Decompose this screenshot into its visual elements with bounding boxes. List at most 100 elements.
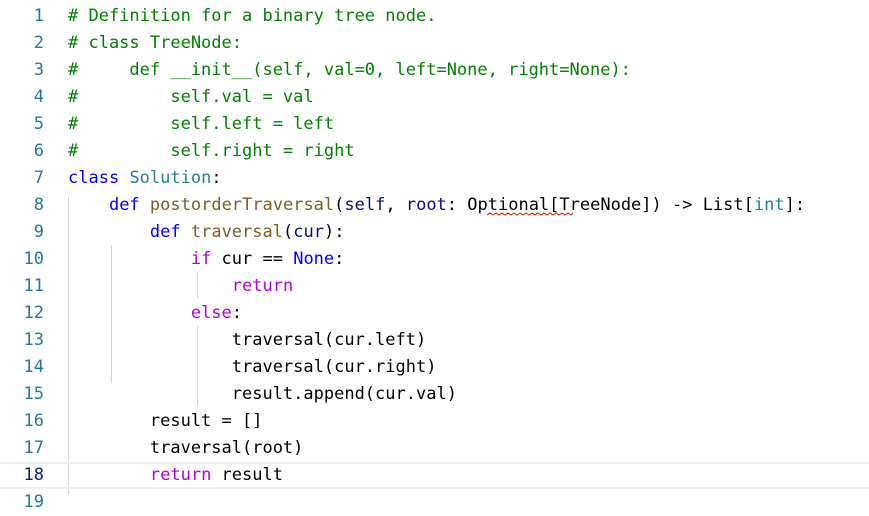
- code-text: def traversal(cur):: [68, 219, 345, 246]
- code-line[interactable]: 5 # self.left = left: [0, 111, 869, 138]
- code-text: # class TreeNode:: [68, 30, 242, 57]
- code-line[interactable]: 16 result = []: [0, 408, 869, 435]
- code-token: return: [149, 465, 212, 485]
- code-token: # class TreeNode:: [68, 33, 242, 53]
- code-token: else: [190, 303, 232, 323]
- code-token: :: [211, 168, 222, 188]
- code-token: return: [231, 276, 294, 296]
- code-token: (: [282, 222, 294, 242]
- code-token: root: [405, 195, 447, 215]
- code-token: self: [344, 195, 386, 215]
- line-number: 17: [23, 438, 44, 458]
- code-text: def postorderTraversal(self, root: Optio…: [68, 192, 805, 219]
- code-line[interactable]: 13 traversal(cur.left): [0, 327, 869, 354]
- code-token: [TreeNode]) -> List[: [549, 195, 754, 215]
- code-text: result = []: [68, 408, 263, 435]
- code-token: None: [293, 249, 335, 269]
- code-token: :: [446, 195, 468, 215]
- line-number: 15: [23, 384, 44, 404]
- code-line[interactable]: 2 # class TreeNode:: [0, 30, 869, 57]
- line-number: 5: [33, 114, 44, 134]
- line-number: 16: [23, 411, 44, 431]
- code-line[interactable]: 7 class Solution:: [0, 165, 869, 192]
- code-line[interactable]: 8 def postorderTraversal(self, root: Opt…: [0, 192, 869, 219]
- line-number: 10: [23, 249, 44, 269]
- code-text: result.append(cur.val): [68, 381, 457, 408]
- error-squiggle: [487, 212, 573, 216]
- code-token: traversal(cur.left): [68, 330, 427, 350]
- code-token: traversal(cur.right): [68, 357, 437, 377]
- code-editor[interactable]: 1 # Definition for a binary tree node. 2 # …: [0, 0, 869, 516]
- code-text: # self.left = left: [68, 111, 334, 138]
- code-token: traversal(root): [68, 438, 304, 458]
- line-number: 3: [33, 60, 44, 80]
- code-token: # self.right = right: [68, 141, 355, 161]
- code-token: cur: [293, 222, 324, 242]
- code-token: cur ==: [211, 249, 294, 269]
- code-token: def: [108, 195, 140, 215]
- line-number: 4: [33, 87, 44, 107]
- code-line[interactable]: 10 if cur == None:: [0, 246, 869, 273]
- code-token: ):: [323, 222, 345, 242]
- code-line[interactable]: 17 traversal(root): [0, 435, 869, 462]
- code-token: (: [334, 195, 345, 215]
- code-token: result.append(cur.val): [68, 384, 457, 404]
- code-token: if: [190, 249, 212, 269]
- line-number: 19: [23, 492, 44, 512]
- line-number: 18: [23, 465, 44, 485]
- code-token: # def __init__(self, val=0, left=None, r…: [68, 60, 631, 80]
- code-token: :: [334, 249, 345, 269]
- code-token: result = []: [68, 411, 263, 431]
- code-token: result: [211, 465, 283, 485]
- code-line[interactable]: 15 result.append(cur.val): [0, 381, 869, 408]
- code-line[interactable]: 14 traversal(cur.right): [0, 354, 869, 381]
- code-line[interactable]: 4 # self.val = val: [0, 84, 869, 111]
- code-line[interactable]: 3 # def __init__(self, val=0, left=None, …: [0, 57, 869, 84]
- code-line[interactable]: 6 # self.right = right: [0, 138, 869, 165]
- code-text: else:: [68, 300, 242, 327]
- code-text: traversal(cur.left): [68, 327, 426, 354]
- code-token: :: [231, 303, 243, 323]
- line-number: 13: [23, 330, 44, 350]
- code-text: # self.right = right: [68, 138, 355, 165]
- code-token: class: [68, 168, 120, 188]
- code-token: # self.left = left: [68, 114, 335, 134]
- line-number: 2: [33, 33, 44, 53]
- code-line-active[interactable]: 18 return result: [0, 462, 869, 489]
- code-text: traversal(root): [68, 435, 304, 462]
- code-token: traversal: [190, 222, 283, 242]
- line-number: 7: [33, 168, 44, 188]
- line-number: 12: [23, 303, 44, 323]
- code-line[interactable]: 9 def traversal(cur):: [0, 219, 869, 246]
- line-number: 1: [33, 6, 44, 26]
- line-number: 8: [33, 195, 44, 215]
- code-token: Solution: [129, 168, 212, 188]
- code-token: ,: [385, 195, 406, 215]
- code-text: traversal(cur.right): [68, 354, 437, 381]
- code-line[interactable]: 1 # Definition for a binary tree node.: [0, 3, 869, 30]
- code-text: # def __init__(self, val=0, left=None, r…: [68, 57, 631, 84]
- code-token: postorderTraversal: [149, 195, 335, 215]
- line-number: 9: [33, 222, 44, 242]
- code-text: class Solution:: [68, 165, 222, 192]
- code-token: # self.val = val: [68, 87, 314, 107]
- code-text: # Definition for a binary tree node.: [68, 3, 436, 30]
- code-line[interactable]: 12 else:: [0, 300, 869, 327]
- line-number: 14: [23, 357, 44, 377]
- line-number: 11: [23, 276, 44, 296]
- code-text: return: [68, 273, 293, 300]
- code-token: int: [753, 195, 785, 215]
- code-line[interactable]: 11 return: [0, 273, 869, 300]
- code-text: return result: [68, 464, 283, 487]
- code-line[interactable]: 19: [0, 489, 869, 516]
- code-text: if cur == None:: [68, 246, 345, 273]
